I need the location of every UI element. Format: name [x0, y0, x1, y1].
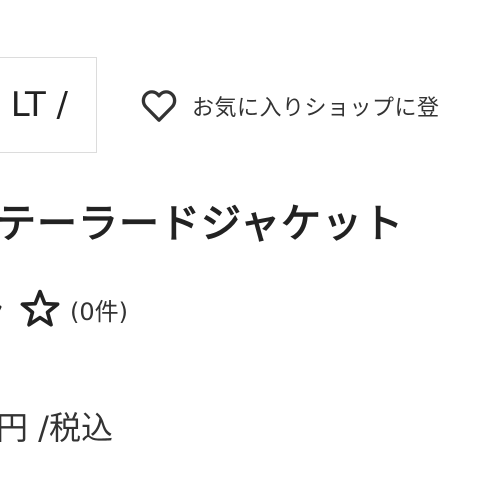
star-empty-icon — [20, 289, 60, 327]
favorite-shop-button[interactable]: お気に入りショップに登 — [138, 86, 440, 126]
review-count: (0件) — [70, 297, 128, 326]
product-header: LT / お気に入りショップに登 テーラードジャケット (0件) 円 /税込 — [0, 0, 482, 482]
rating-row[interactable]: (0件) — [0, 287, 128, 331]
favorite-shop-label: お気に入りショップに登 — [192, 96, 440, 121]
heart-outline-icon — [141, 90, 177, 122]
shop-name-text: LT / — [10, 85, 68, 125]
price-text: 円 /税込 — [0, 409, 113, 447]
shop-name-box[interactable]: LT / — [0, 57, 97, 153]
product-title: テーラードジャケット — [0, 201, 404, 247]
star-partial-icon — [0, 305, 2, 311]
